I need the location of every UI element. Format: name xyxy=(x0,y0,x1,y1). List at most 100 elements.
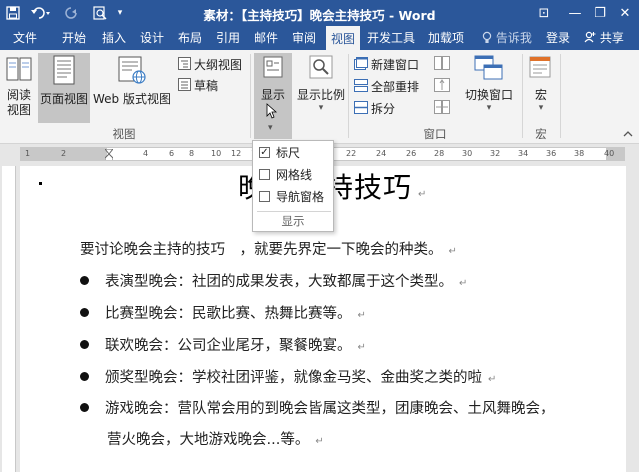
read-view-button[interactable]: 阅读视图 xyxy=(2,53,36,123)
paragraph-mark: ↵ xyxy=(315,436,324,447)
switch-windows-button[interactable]: 切换窗口 ▾ xyxy=(458,53,520,123)
new-window-label: 新建窗口 xyxy=(371,58,420,72)
outline-view-button[interactable]: 大纲视图 xyxy=(178,56,242,74)
gridlines-checkbox[interactable]: 网格线 xyxy=(259,166,312,184)
mouse-pointer-icon xyxy=(266,103,278,122)
tab-view[interactable]: 视图 xyxy=(326,26,360,50)
list-item-text: 联欢晚会：公司企业尾牙，聚餐晚宴。 xyxy=(105,338,352,354)
tab-addins[interactable]: 加载项 xyxy=(424,26,468,50)
save-icon[interactable] xyxy=(4,3,22,23)
list-item-text: 颁奖型晚会：学校社团评鉴，就像金马奖、金曲奖之类的啦 xyxy=(105,370,482,386)
group-separator xyxy=(348,54,349,138)
tab-insert[interactable]: 插入 xyxy=(98,26,130,50)
vertical-ruler[interactable] xyxy=(2,166,16,472)
group-separator xyxy=(522,54,523,138)
ruler-number: 2 xyxy=(61,149,67,158)
window-group-label: 窗口 xyxy=(423,127,447,141)
list-item: 联欢晚会：公司企业尾牙，聚餐晚宴。 ↵ xyxy=(80,334,366,355)
login-link[interactable]: 登录 xyxy=(546,26,570,50)
page-view-icon xyxy=(38,55,90,88)
share-button[interactable]: 共享 xyxy=(584,26,624,50)
collapse-ribbon-icon[interactable] xyxy=(623,128,633,141)
synchronous-scrolling-icon[interactable] xyxy=(434,78,450,96)
zoom-button[interactable]: 显示比例 ▾ xyxy=(296,53,346,123)
hanging-indent-marker[interactable] xyxy=(104,153,114,160)
tab-home[interactable]: 开始 xyxy=(58,26,90,50)
tab-references[interactable]: 引用 xyxy=(212,26,244,50)
intro-paragraph: 要讨论晚会主持的技巧 ，就要先界定一下晚会的种类。 ↵ xyxy=(80,238,457,259)
tell-me-label: 告诉我 xyxy=(495,31,532,45)
lightbulb-icon xyxy=(482,31,496,45)
ruler-number: 40 xyxy=(604,149,615,158)
ruler-number: 30 xyxy=(462,149,473,158)
ruler-number: 6 xyxy=(169,149,175,158)
share-label: 共享 xyxy=(599,31,624,45)
new-window-button[interactable]: 新建窗口 xyxy=(354,56,419,74)
list-item-continuation: 营火晚会，大地游戏晚会...等。 ↵ xyxy=(107,428,324,449)
macro-label: 宏 xyxy=(534,88,547,102)
navigation-pane-checkbox[interactable]: 导航窗格 xyxy=(259,188,324,206)
vertical-scrollbar[interactable] xyxy=(627,166,639,472)
ribbon: 阅读视图 页面视图 Web 版式视图 大纲视图 草稿 视图 显示 ▾ 显示比例 … xyxy=(0,50,639,144)
view-side-by-side-icon[interactable] xyxy=(434,56,450,74)
person-icon xyxy=(584,31,600,45)
tab-file[interactable]: 文件 xyxy=(4,26,46,50)
undo-icon[interactable] xyxy=(28,3,54,23)
split-icon xyxy=(354,100,368,119)
list-item-text: 游戏晚会：营队常会用的到晚会皆属这类型，团康晚会、土风舞晚会， xyxy=(105,401,555,417)
macro-button[interactable]: 宏 ▾ xyxy=(524,53,558,123)
redo-icon[interactable] xyxy=(60,3,82,23)
tab-mailings[interactable]: 邮件 xyxy=(250,26,282,50)
ruler-number: 38 xyxy=(574,149,585,158)
bullet-icon xyxy=(80,371,89,381)
zoom-icon xyxy=(296,55,346,84)
list-item: 表演型晚会：社团的成果发表，大致都属于这个类型。 ↵ xyxy=(80,270,467,291)
ruler-number: 10 xyxy=(211,149,222,158)
web-view-label: Web 版式视图 xyxy=(93,92,171,106)
checkbox-icon xyxy=(259,191,270,202)
bullet-icon xyxy=(80,402,89,412)
close-icon[interactable]: ✕ xyxy=(610,0,639,26)
ruler-number: 34 xyxy=(518,149,529,158)
show-label: 显示 xyxy=(260,88,285,102)
draft-icon xyxy=(178,77,191,96)
draft-view-button[interactable]: 草稿 xyxy=(178,77,218,95)
show-button[interactable]: 显示 ▾ xyxy=(254,53,292,139)
read-view-label: 阅读视图 xyxy=(6,88,31,117)
ruler-number: 24 xyxy=(376,149,387,158)
checkbox-icon xyxy=(259,169,270,180)
paragraph-mark: ↵ xyxy=(488,374,497,385)
tab-design[interactable]: 设计 xyxy=(136,26,168,50)
list-item: 颁奖型晚会：学校社团评鉴，就像金马奖、金曲奖之类的啦 ↵ xyxy=(80,366,496,387)
paragraph-mark: ↵ xyxy=(418,189,428,200)
ruler-number: 12 xyxy=(231,149,242,158)
split-button[interactable]: 拆分 xyxy=(354,100,395,118)
tab-review[interactable]: 审阅 xyxy=(288,26,320,50)
outline-label: 大纲视图 xyxy=(194,58,243,72)
chevron-down-icon: ▾ xyxy=(318,103,324,113)
ruler-number: 32 xyxy=(490,149,501,158)
tab-developer[interactable]: 开发工具 xyxy=(364,26,418,50)
tell-me-box[interactable]: 告诉我 xyxy=(482,26,532,50)
ruler-number: 8 xyxy=(189,149,195,158)
intro-text: 要讨论晚会主持的技巧 ，就要先界定一下晚会的种类。 xyxy=(80,242,443,258)
title-bar: ▾ 素材：【主持技巧】晚会主持技巧 - Word ⊡ — ❐ ✕ xyxy=(0,0,639,26)
ruler-checkbox[interactable]: ✓ 标尺 xyxy=(259,144,300,162)
reset-window-position-icon[interactable] xyxy=(434,100,450,118)
ruler-number: 22 xyxy=(346,149,357,158)
chevron-down-icon: ▾ xyxy=(486,103,492,113)
arrange-all-button[interactable]: 全部重排 xyxy=(354,78,419,96)
print-preview-icon[interactable] xyxy=(90,3,110,23)
tab-layout[interactable]: 布局 xyxy=(174,26,206,50)
show-group-label: 显示 xyxy=(281,214,305,228)
page-view-button[interactable]: 页面视图 xyxy=(38,53,90,123)
ruler-number: 28 xyxy=(434,149,445,158)
web-view-button[interactable]: Web 版式视图 xyxy=(92,53,172,123)
customize-icon[interactable]: ▾ xyxy=(114,3,126,23)
list-item: 比赛型晚会：民歌比赛、热舞比赛等。 ↵ xyxy=(80,302,366,323)
web-view-icon xyxy=(92,55,172,88)
ribbon-display-icon[interactable]: ⊡ xyxy=(529,0,559,26)
switch-windows-icon xyxy=(458,55,520,84)
text-marker xyxy=(39,182,42,185)
paragraph-mark: ↵ xyxy=(448,246,457,257)
